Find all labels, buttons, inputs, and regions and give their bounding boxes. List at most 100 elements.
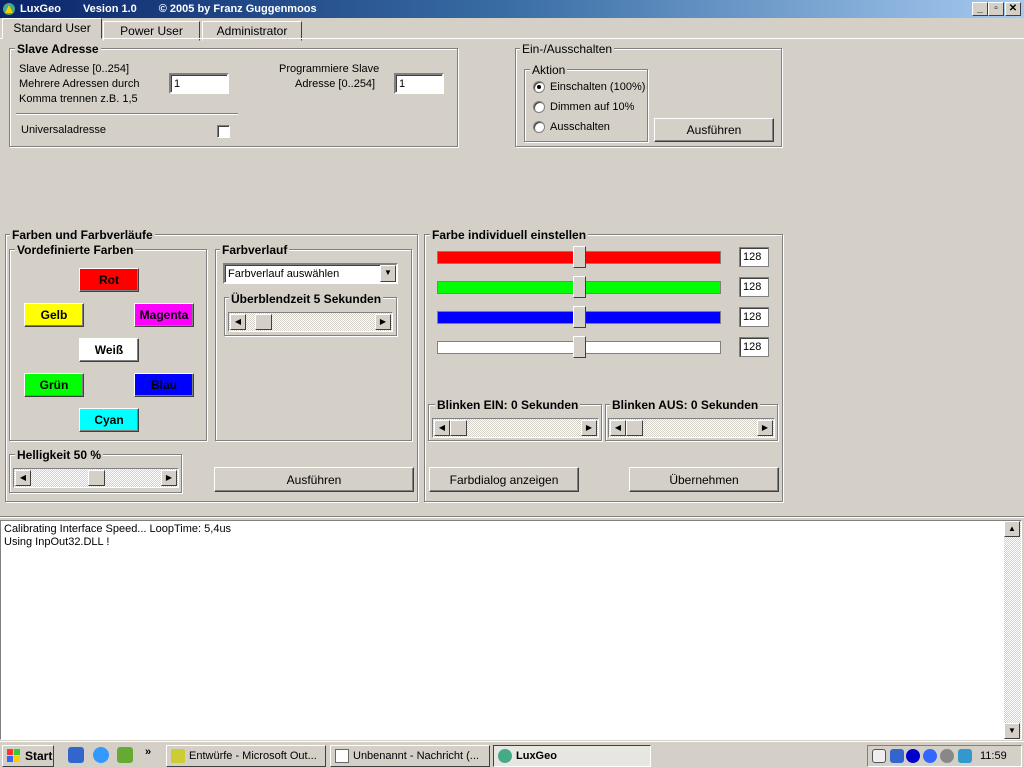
slider-value-green[interactable]: 128 — [739, 277, 769, 297]
pen-icon[interactable] — [890, 749, 904, 763]
task-luxgeo[interactable]: LuxGeo — [493, 745, 651, 767]
radio-ausschalten-label[interactable]: Ausschalten — [550, 121, 610, 133]
blink-on-scrollbar[interactable]: ◀ ▶ — [432, 418, 599, 438]
slider-thumb-blue[interactable] — [573, 306, 586, 328]
close-button[interactable]: ✕ — [1005, 2, 1021, 16]
radio-einschalten-label[interactable]: Einschalten (100%) — [550, 81, 645, 93]
radio-einschalten[interactable] — [533, 81, 545, 93]
start-button[interactable]: Start — [2, 745, 54, 767]
slider-thumb-white[interactable] — [573, 336, 586, 358]
system-tray: 11:59 — [867, 745, 1022, 767]
individual-color-title: Farbe individuell einstellen — [430, 228, 589, 242]
tools-icon[interactable] — [958, 749, 972, 763]
gradient-title: Farbverlauf — [220, 243, 290, 257]
scroll-left-icon[interactable]: ◀ — [15, 470, 31, 486]
fade-scrollbar[interactable]: ◀ ▶ — [228, 312, 393, 332]
action-title: Aktion — [530, 63, 568, 77]
slider-thumb-red[interactable] — [573, 246, 586, 268]
color-green-button[interactable]: Grün — [24, 373, 84, 397]
scroll-left-icon[interactable]: ◀ — [610, 420, 626, 436]
universal-address-label: Universaladresse — [21, 124, 106, 136]
slider-value-red[interactable]: 128 — [739, 247, 769, 267]
blink-on-title: Blinken EIN: 0 Sekunden — [435, 398, 581, 412]
color-dialog-button[interactable]: Farbdialog anzeigen — [429, 467, 579, 492]
quicklaunch-app-icon[interactable] — [117, 747, 133, 763]
log-line: Using InpOut32.DLL ! — [4, 536, 110, 548]
fade-thumb[interactable] — [255, 314, 272, 330]
quicklaunch-chevron[interactable]: » — [145, 746, 151, 758]
colors-execute-button[interactable]: Ausführen — [214, 467, 414, 492]
scroll-left-icon[interactable]: ◀ — [230, 314, 246, 330]
onoff-execute-button[interactable]: Ausführen — [654, 118, 774, 142]
quicklaunch-ie-icon[interactable] — [93, 747, 109, 763]
slider-thumb-green[interactable] — [573, 276, 586, 298]
blink-off-title: Blinken AUS: 0 Sekunden — [610, 398, 761, 412]
predefined-colors-title: Vordefinierte Farben — [15, 243, 136, 257]
globe-icon[interactable] — [923, 749, 937, 763]
tab-standard-user[interactable]: Standard User — [2, 18, 102, 39]
mail-icon[interactable] — [872, 749, 886, 763]
task-outlook-label: Entwürfe - Microsoft Out... — [189, 750, 317, 762]
radio-dimmen-label[interactable]: Dimmen auf 10% — [550, 101, 634, 113]
scroll-right-icon[interactable]: ▶ — [757, 420, 773, 436]
taskbar: Start » Entwürfe - Microsoft Out... Unbe… — [0, 741, 1024, 768]
color-yellow-button[interactable]: Gelb — [24, 303, 84, 327]
blink-on-thumb[interactable] — [450, 420, 467, 436]
task-message[interactable]: Unbenannt - Nachricht (... — [330, 745, 490, 767]
color-magenta-button[interactable]: Magenta — [134, 303, 194, 327]
task-message-label: Unbenannt - Nachricht (... — [353, 750, 479, 762]
start-label: Start — [25, 749, 53, 763]
window-version: Vesion 1.0 — [82, 3, 137, 15]
network-icon[interactable] — [906, 749, 920, 763]
color-red-button[interactable]: Rot — [79, 268, 139, 292]
window-copyright: © 2005 by Franz Guggenmoos — [158, 3, 317, 15]
dropdown-arrow-icon[interactable]: ▼ — [380, 265, 396, 282]
universal-address-checkbox[interactable] — [217, 125, 230, 138]
windows-logo-icon — [7, 749, 21, 763]
brightness-thumb[interactable] — [88, 470, 105, 486]
blink-off-scrollbar[interactable]: ◀ ▶ — [608, 418, 775, 438]
program-slave-input[interactable]: 1 — [394, 73, 444, 94]
scroll-right-icon[interactable]: ▶ — [581, 420, 597, 436]
log-line: Calibrating Interface Speed... LoopTime:… — [4, 523, 232, 535]
restore-button[interactable]: ▫ — [988, 2, 1004, 16]
slave-address-input[interactable]: 1 — [169, 73, 229, 94]
app-icon — [2, 2, 16, 16]
scroll-down-icon[interactable]: ▼ — [1004, 723, 1020, 739]
colors-title: Farben und Farbverläufe — [10, 228, 155, 242]
program-slave-label-2: Adresse [0..254] — [295, 78, 376, 90]
slider-value-white[interactable]: 128 — [739, 337, 769, 357]
blink-off-thumb[interactable] — [626, 420, 643, 436]
color-white-button[interactable]: Weiß — [79, 338, 139, 362]
log-scrollbar[interactable]: ▲ ▼ — [1004, 521, 1021, 739]
color-blue-button[interactable]: Blau — [134, 373, 194, 397]
task-outlook[interactable]: Entwürfe - Microsoft Out... — [166, 745, 326, 767]
brightness-scrollbar[interactable]: ◀ ▶ — [13, 468, 179, 488]
color-cyan-button[interactable]: Cyan — [79, 408, 139, 432]
gradient-select[interactable]: Farbverlauf auswählen ▼ — [223, 263, 398, 284]
slider-value-blue[interactable]: 128 — [739, 307, 769, 327]
speaker-icon[interactable] — [940, 749, 954, 763]
apply-button[interactable]: Übernehmen — [629, 467, 779, 492]
slave-range-label: Slave Adresse [0..254] — [19, 63, 130, 75]
luxgeo-icon — [498, 749, 512, 763]
quicklaunch-explorer-icon[interactable] — [68, 747, 84, 763]
slave-address-title: Slave Adresse — [15, 42, 101, 56]
slave-divider — [16, 113, 238, 114]
log-output[interactable]: Calibrating Interface Speed... LoopTime:… — [0, 520, 1022, 740]
brightness-title: Helligkeit 50 % — [15, 448, 104, 462]
title-bar[interactable]: LuxGeo Vesion 1.0 © 2005 by Franz Guggen… — [0, 0, 1024, 18]
scroll-right-icon[interactable]: ▶ — [375, 314, 391, 330]
scroll-right-icon[interactable]: ▶ — [161, 470, 177, 486]
radio-dimmen[interactable] — [533, 101, 545, 113]
individual-color-group — [424, 234, 783, 502]
fade-title: Überblendzeit 5 Sekunden — [229, 292, 384, 306]
radio-ausschalten[interactable] — [533, 121, 545, 133]
clock: 11:59 — [980, 750, 1007, 762]
scroll-left-icon[interactable]: ◀ — [434, 420, 450, 436]
scroll-up-icon[interactable]: ▲ — [1004, 521, 1020, 537]
slave-multi-label-1: Mehrere Adressen durch — [19, 78, 140, 90]
splitter[interactable] — [0, 516, 1024, 518]
program-slave-label-1: Programmiere Slave — [279, 63, 380, 75]
minimize-button[interactable]: _ — [972, 2, 988, 16]
